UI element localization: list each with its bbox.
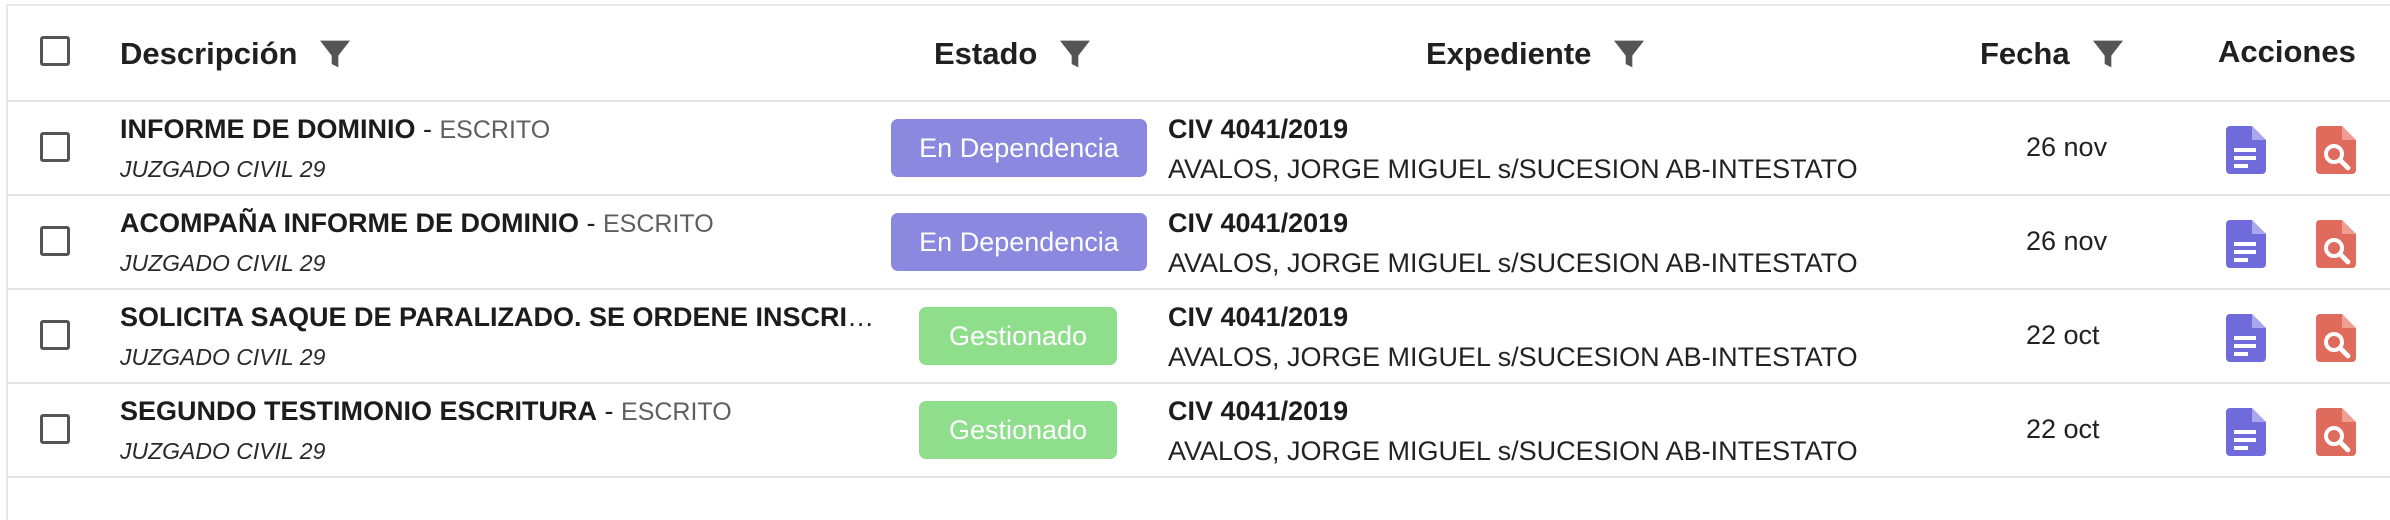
- column-header-descripcion: Descripción: [120, 34, 355, 74]
- search-document-icon[interactable]: [2316, 220, 2356, 268]
- row-date: 22 oct: [2026, 414, 2100, 444]
- row-court: JUZGADO CIVIL 29: [120, 156, 326, 182]
- column-header-estado-label: Estado: [934, 36, 1038, 71]
- row-court: JUZGADO CIVIL 29: [120, 344, 326, 370]
- table-header: Descripción Estado Expediente Fecha Acci…: [8, 6, 2390, 102]
- row-expediente-number: CIV 4041/2019: [1168, 114, 1349, 144]
- filter-icon[interactable]: [1609, 34, 1649, 74]
- row-title: SOLICITA SAQUE DE PARALIZADO. SE ORDENE …: [120, 302, 875, 332]
- row-date: 26 nov: [2026, 226, 2108, 256]
- column-header-descripcion-label: Descripción: [120, 36, 298, 71]
- row-description: ACOMPAÑA INFORME DE DOMINIO - ESCRITO: [120, 208, 714, 238]
- escritos-table: Descripción Estado Expediente Fecha Acci…: [6, 4, 2390, 520]
- row-description: INFORME DE DOMINIO - ESCRITO: [120, 114, 551, 144]
- document-icon[interactable]: [2226, 220, 2266, 268]
- column-header-acciones-label: Acciones: [2218, 34, 2356, 69]
- row-type: ESCRITO: [603, 210, 714, 238]
- row-caratula: AVALOS, JORGE MIGUEL s/SUCESION AB-INTES…: [1168, 154, 1858, 184]
- row-caratula: AVALOS, JORGE MIGUEL s/SUCESION AB-INTES…: [1168, 248, 1858, 278]
- row-checkbox[interactable]: [40, 226, 70, 256]
- document-icon[interactable]: [2226, 408, 2266, 456]
- column-header-acciones: Acciones: [2218, 34, 2356, 70]
- row-type: ESCRITO: [439, 116, 551, 144]
- search-document-icon[interactable]: [2316, 126, 2356, 174]
- status-badge: Gestionado: [919, 307, 1117, 365]
- column-header-fecha: Fecha: [1980, 34, 2128, 74]
- row-description: SOLICITA SAQUE DE PARALIZADO. SE ORDENE …: [120, 302, 875, 333]
- row-type: ESCRITO: [621, 398, 732, 426]
- row-court: JUZGADO CIVIL 29: [120, 438, 326, 464]
- row-expediente-number: CIV 4041/2019: [1168, 302, 1349, 332]
- status-badge: En Dependencia: [891, 213, 1147, 271]
- status-badge: En Dependencia: [891, 119, 1147, 177]
- row-caratula: AVALOS, JORGE MIGUEL s/SUCESION AB-INTES…: [1168, 342, 1858, 372]
- row-expediente-number: CIV 4041/2019: [1168, 208, 1349, 238]
- row-title: SEGUNDO TESTIMONIO ESCRITURA: [120, 396, 598, 426]
- table-row[interactable]: INFORME DE DOMINIO - ESCRITO JUZGADO CIV…: [8, 102, 2390, 196]
- status-badge: Gestionado: [919, 401, 1117, 459]
- row-date: 26 nov: [2026, 132, 2108, 162]
- filter-icon[interactable]: [1055, 34, 1095, 74]
- search-document-icon[interactable]: [2316, 314, 2356, 362]
- select-all-checkbox[interactable]: [40, 36, 70, 66]
- column-header-expediente: Expediente: [1426, 34, 1649, 74]
- row-title: INFORME DE DOMINIO: [120, 114, 416, 144]
- column-header-fecha-label: Fecha: [1980, 36, 2070, 71]
- row-checkbox[interactable]: [40, 320, 70, 350]
- table-row[interactable]: ACOMPAÑA INFORME DE DOMINIO - ESCRITO JU…: [8, 196, 2390, 290]
- row-date: 22 oct: [2026, 320, 2100, 350]
- document-icon[interactable]: [2226, 126, 2266, 174]
- row-checkbox[interactable]: [40, 132, 70, 162]
- row-checkbox[interactable]: [40, 414, 70, 444]
- document-icon[interactable]: [2226, 314, 2266, 362]
- column-header-expediente-label: Expediente: [1426, 36, 1592, 71]
- table-row[interactable]: SEGUNDO TESTIMONIO ESCRITURA - ESCRITO J…: [8, 384, 2390, 478]
- row-description: SEGUNDO TESTIMONIO ESCRITURA - ESCRITO: [120, 396, 732, 426]
- search-document-icon[interactable]: [2316, 408, 2356, 456]
- column-header-estado: Estado: [934, 34, 1095, 74]
- row-expediente-number: CIV 4041/2019: [1168, 396, 1349, 426]
- row-title: ACOMPAÑA INFORME DE DOMINIO: [120, 208, 579, 238]
- filter-icon[interactable]: [315, 34, 355, 74]
- filter-icon[interactable]: [2088, 34, 2128, 74]
- table-row[interactable]: SOLICITA SAQUE DE PARALIZADO. SE ORDENE …: [8, 290, 2390, 384]
- row-court: JUZGADO CIVIL 29: [120, 250, 326, 276]
- row-caratula: AVALOS, JORGE MIGUEL s/SUCESION AB-INTES…: [1168, 436, 1858, 466]
